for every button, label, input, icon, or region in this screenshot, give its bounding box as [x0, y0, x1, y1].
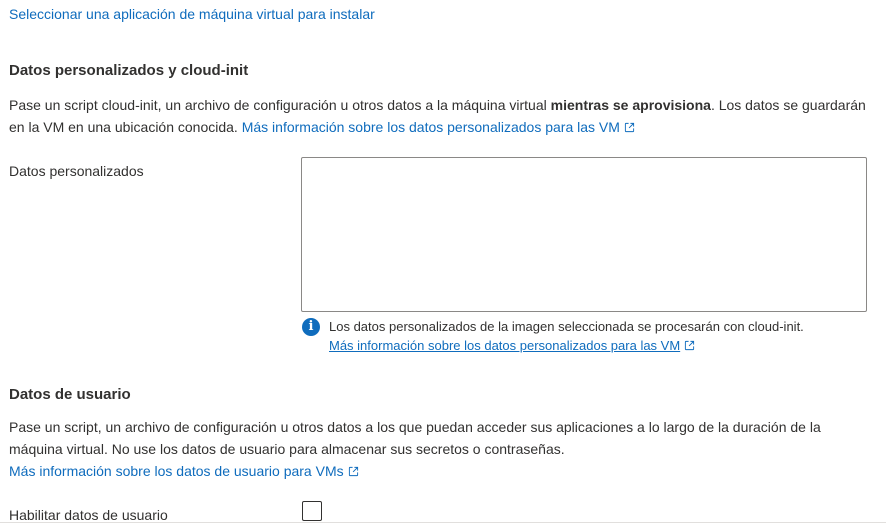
- external-link-icon: [624, 122, 634, 133]
- custom-data-learn-more-link[interactable]: Más información sobre los datos personal…: [242, 119, 635, 135]
- custom-data-description: Pase un script cloud-init, un archivo de…: [9, 94, 875, 138]
- custom-data-learn-more-label: Más información sobre los datos personal…: [241, 119, 620, 135]
- cloud-init-learn-more-link[interactable]: Más información sobre los datos personal…: [329, 336, 695, 355]
- custom-data-section-title: Datos personalizados y cloud-init: [9, 62, 249, 79]
- custom-data-field-label: Datos personalizados: [9, 163, 144, 179]
- divider: [0, 522, 886, 523]
- enable-user-data-checkbox[interactable]: [302, 501, 322, 521]
- cloud-init-learn-more-label: Más información sobre los datos personal…: [329, 338, 681, 353]
- external-link-icon: [685, 340, 695, 351]
- custom-data-description-text-1: Pase un script cloud-init, un archivo de…: [9, 97, 551, 113]
- custom-data-description-bold: mientras se aprovisiona: [550, 97, 711, 113]
- user-data-learn-more-link[interactable]: Más información sobre los datos de usuar…: [9, 463, 359, 479]
- select-vm-application-link[interactable]: Seleccionar una aplicación de máquina vi…: [9, 6, 375, 22]
- user-data-learn-more-label: Más información sobre los datos de usuar…: [9, 463, 344, 479]
- custom-data-textarea[interactable]: [301, 157, 867, 312]
- enable-user-data-label: Habilitar datos de usuario: [9, 507, 168, 523]
- vm-advanced-settings-page: Seleccionar una aplicación de máquina vi…: [0, 0, 886, 531]
- user-data-section-title: Datos de usuario: [9, 386, 131, 403]
- info-icon: i: [302, 318, 320, 336]
- user-data-description: Pase un script, un archivo de configurac…: [9, 416, 875, 482]
- external-link-icon: [348, 466, 358, 477]
- cloud-init-info-text: Los datos personalizados de la imagen se…: [329, 319, 804, 334]
- user-data-description-text: Pase un script, un archivo de configurac…: [9, 419, 821, 457]
